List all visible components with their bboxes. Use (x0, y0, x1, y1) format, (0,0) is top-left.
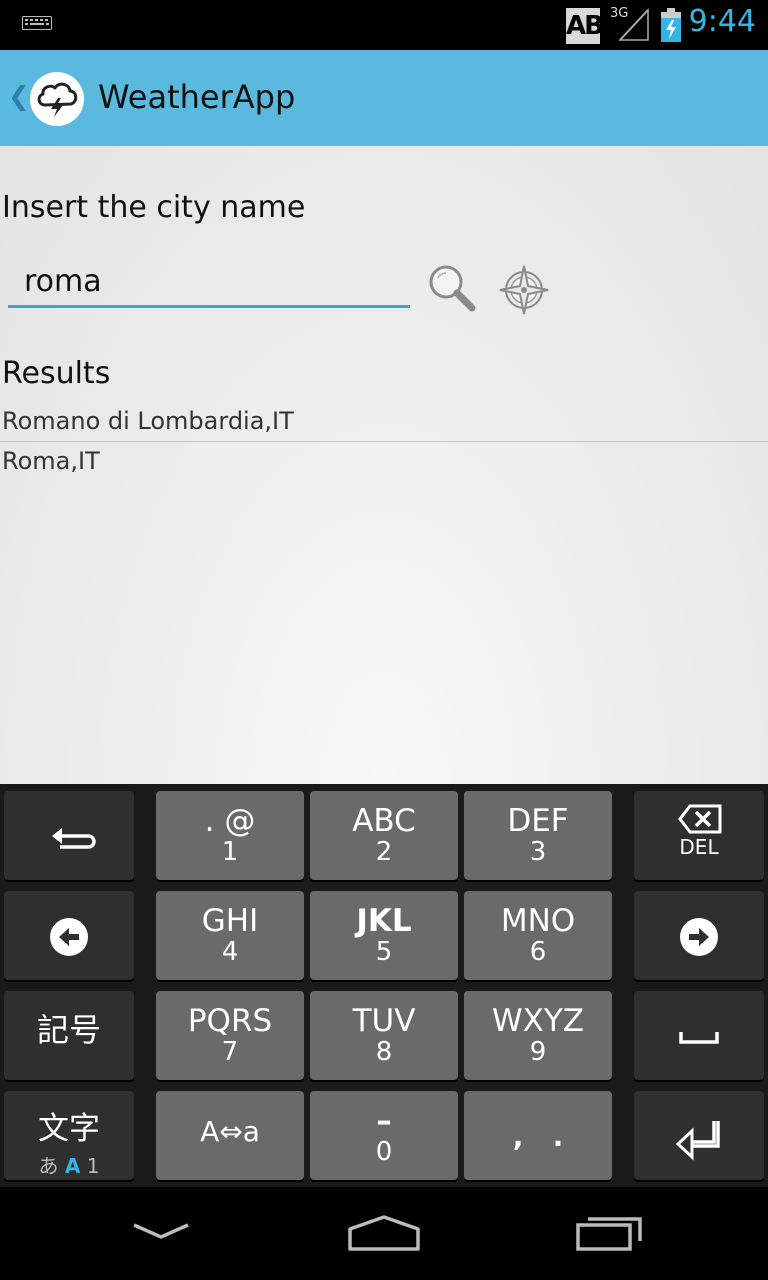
space-bar-icon (679, 1032, 719, 1044)
key-1[interactable]: . @1 (156, 791, 304, 880)
key-3[interactable]: DEF 3 (464, 791, 612, 880)
key-9[interactable]: WXYZ 9 (464, 991, 612, 1080)
key-0[interactable]: –0 (310, 1091, 458, 1180)
case-toggle-key[interactable]: A⇔a (156, 1091, 304, 1180)
magnifier-icon (429, 265, 476, 312)
back-chevron-icon[interactable] (130, 1211, 192, 1251)
punctuation-key[interactable]: , . (464, 1091, 612, 1180)
result-item[interactable]: Romano di Lombardia,IT (0, 402, 768, 441)
home-icon[interactable] (346, 1211, 422, 1255)
cursor-right-key[interactable] (634, 891, 764, 980)
status-bar: AB 3G 9:44 (0, 0, 768, 50)
keyboard-icon (22, 16, 52, 30)
result-item[interactable]: Roma,IT (0, 441, 768, 480)
app-title: WeatherApp (98, 78, 296, 116)
search-button[interactable] (426, 262, 478, 314)
locate-button[interactable] (496, 262, 552, 318)
arrow-left-circle-icon (50, 918, 88, 956)
battery-charging-icon (661, 8, 681, 42)
key-5[interactable]: JKL 5 (310, 891, 458, 980)
input-mode-key[interactable]: 文字 あ A 1 (4, 1091, 134, 1180)
undo-arrow-icon (52, 828, 96, 849)
space-key[interactable] (634, 991, 764, 1080)
enter-key[interactable] (634, 1091, 764, 1180)
input-mode-indicator: AB (566, 8, 604, 44)
navigation-bar (0, 1187, 768, 1280)
recent-apps-icon[interactable] (574, 1211, 646, 1255)
city-name-input[interactable] (8, 258, 410, 308)
key-2[interactable]: ABC 2 (310, 791, 458, 880)
results-list: Romano di Lombardia,IT Roma,IT (0, 402, 768, 480)
results-label: Results (2, 356, 111, 391)
symbols-key[interactable]: 記号 (4, 991, 134, 1080)
city-name-label: Insert the city name (2, 190, 306, 225)
main-content: Insert the city name Results Romano di L… (0, 146, 768, 784)
key-7[interactable]: PQRS 7 (156, 991, 304, 1080)
key-6[interactable]: MNO 6 (464, 891, 612, 980)
soft-keyboard: 記号 文字 あ A 1 . @1 ABC 2 DEF 3 GHI 4 JKL 5 MNO… (0, 784, 768, 1187)
locate-icon (499, 265, 549, 315)
clock: 9:44 (688, 4, 756, 39)
key-4[interactable]: GHI 4 (156, 891, 304, 980)
cloud-lightning-icon (37, 82, 78, 117)
backspace-icon (678, 804, 722, 834)
signal-icon (618, 8, 649, 41)
key-8[interactable]: TUV 8 (310, 991, 458, 1080)
cursor-left-key[interactable] (4, 891, 134, 980)
delete-key[interactable]: DEL (634, 791, 764, 880)
enter-arrow-icon (675, 1121, 720, 1161)
arrow-right-circle-icon (680, 918, 718, 956)
app-logo[interactable] (30, 72, 84, 126)
undo-key[interactable] (4, 791, 134, 880)
action-bar: ❮ WeatherApp (0, 50, 768, 146)
up-chevron-icon[interactable]: ❮ (8, 82, 30, 112)
